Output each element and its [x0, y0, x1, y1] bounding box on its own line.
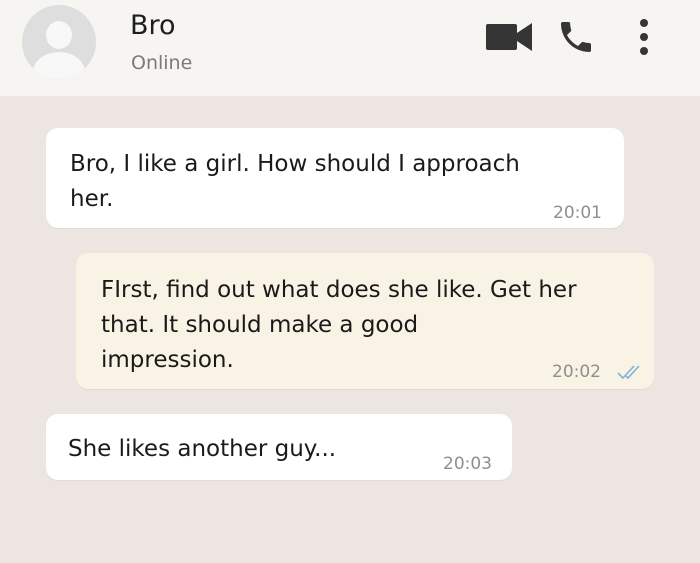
avatar-head-shape	[46, 21, 72, 49]
read-receipt-ticks-icon	[617, 365, 640, 380]
contact-name[interactable]: Bro	[130, 10, 176, 42]
avatar-body-shape	[33, 52, 85, 79]
message-time: 20:01	[553, 203, 602, 223]
message-time: 20:03	[443, 454, 492, 474]
message-bubble-outgoing[interactable]: FIrst, find out what does she like. Get …	[76, 253, 654, 389]
more-options-icon[interactable]	[630, 15, 658, 59]
message-time: 20:02	[552, 362, 601, 382]
chat-header: Bro Online	[0, 0, 700, 96]
contact-status: Online	[131, 52, 193, 74]
message-bubble-incoming[interactable]: Bro, I like a girl. How should I approac…	[46, 128, 624, 228]
contact-avatar[interactable]	[22, 5, 96, 79]
message-text: She likes another guy...	[68, 436, 337, 462]
message-text: FIrst, find out what does she like. Get …	[101, 277, 577, 373]
phone-call-icon[interactable]	[556, 17, 596, 57]
message-text: Bro, I like a girl. How should I approac…	[70, 151, 520, 212]
video-call-icon[interactable]	[486, 20, 532, 54]
message-bubble-incoming[interactable]: She likes another guy... 20:03	[46, 414, 512, 480]
